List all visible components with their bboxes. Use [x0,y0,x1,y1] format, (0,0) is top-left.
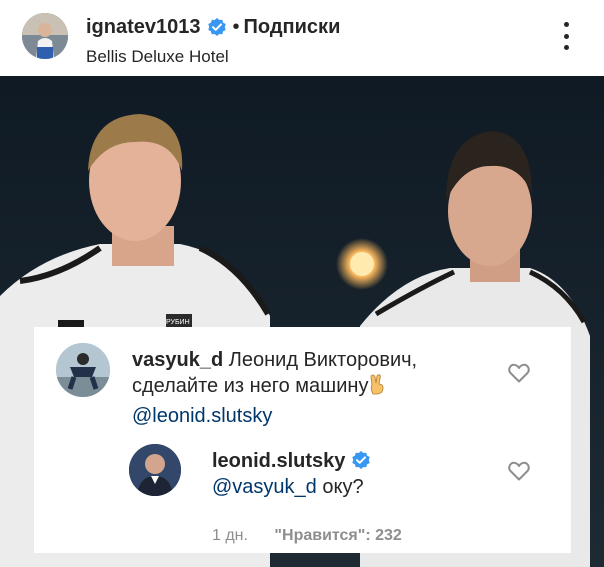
commenter-avatar[interactable] [56,343,110,397]
reply-item: leonid.slutsky @vasyuk_d оку? [212,448,492,500]
reply-text: оку? [322,476,364,498]
comment-mention-link[interactable]: @leonid.slutsky [132,405,272,427]
reply-meta: 1 дн. "Нравится": 232 [212,527,402,545]
comments-card: vasyuk_d Леонид Викторович, сделайте из … [34,327,571,553]
header-separator: • [232,15,240,38]
verified-badge-icon [351,450,371,470]
post-location[interactable]: Bellis Deluxe Hotel [86,47,229,67]
following-button[interactable]: Подписки [244,16,341,39]
post-screenshot: ignatev1013 • Подписки Bellis Deluxe Hot… [0,0,604,567]
verified-badge-icon [207,17,227,37]
club-badge-text: РУБИН [166,319,190,326]
reply-likes-button[interactable]: "Нравится": 232 [274,527,401,544]
post-author-username[interactable]: ignatev1013 [86,16,201,39]
more-options-icon[interactable] [556,22,576,50]
profile-avatar[interactable] [22,13,68,59]
victory-hand-emoji-icon [368,374,386,403]
reply-mention-link[interactable]: @vasyuk_d [212,476,317,498]
comment-username[interactable]: vasyuk_d [132,349,223,371]
reply-time: 1 дн. [212,527,248,544]
header-user-line: ignatev1013 • Подписки [86,14,340,40]
comment-item: vasyuk_d Леонид Викторович, сделайте из … [132,347,492,429]
post-header: ignatev1013 • Подписки Bellis Deluxe Hot… [0,0,604,76]
reply-avatar[interactable] [129,444,181,496]
heart-icon[interactable] [508,461,530,481]
reply-username[interactable]: leonid.slutsky [212,450,345,472]
heart-icon[interactable] [508,363,530,383]
